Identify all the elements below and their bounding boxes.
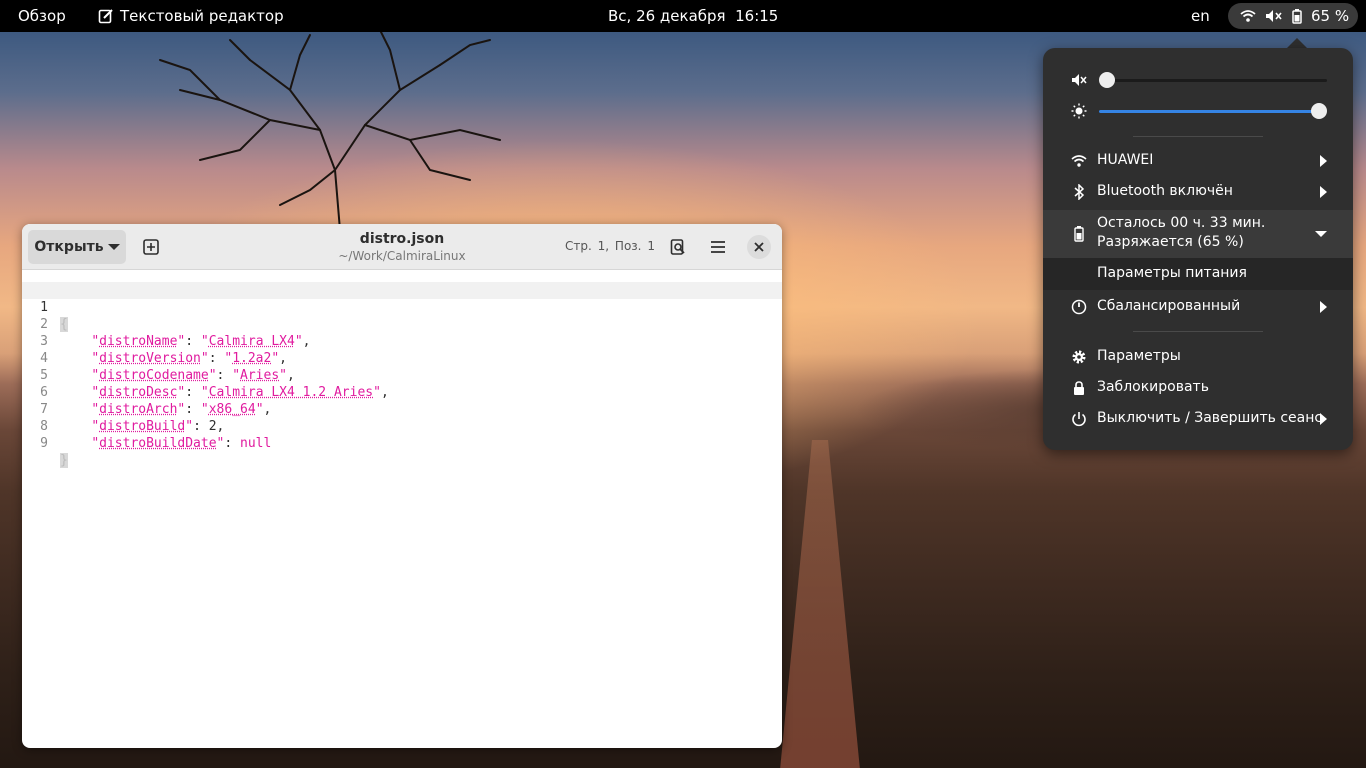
column-label: Поз. (614, 239, 642, 253)
power-settings-label: Параметры питания (1097, 265, 1247, 281)
document-preview-button[interactable] (662, 232, 694, 262)
system-status-area[interactable]: 65 % (1228, 3, 1358, 29)
close-window-button[interactable] (747, 235, 771, 259)
code-line: 7 "distroBuild": 2, (22, 384, 782, 434)
activities-label: Обзор (18, 7, 66, 25)
top-bar: Обзор Текстовый редактор Вс, 26 декабря … (0, 0, 1366, 32)
clock-button[interactable]: Вс, 26 декабря 16:15 (608, 0, 778, 32)
menu-pointer-arrow (1287, 38, 1307, 48)
chevron-right-icon (1320, 413, 1327, 425)
code-line: 6 "distroArch": "x86_64", (22, 367, 782, 417)
bluetooth-label: Bluetooth включён (1097, 183, 1233, 199)
settings-label: Параметры (1097, 348, 1181, 364)
brightness-slider-fill (1099, 110, 1319, 113)
volume-slider-knob[interactable] (1099, 72, 1115, 88)
code-line: 3 "distroVersion": "1.2a2", (22, 316, 782, 366)
open-button-label: Открыть (34, 239, 104, 255)
line-label: Стр. (565, 239, 592, 253)
battery-icon (1071, 226, 1087, 242)
code-line: 8 "distroBuildDate": null (22, 401, 782, 451)
power-off-menu-item[interactable]: Выключить / Завершить сеанс (1043, 404, 1353, 434)
menu-separator (1133, 331, 1263, 332)
chevron-down-icon (107, 244, 120, 250)
brightness-slider-knob[interactable] (1311, 103, 1327, 119)
line-number: 9 (40, 436, 48, 451)
activities-button[interactable]: Обзор (18, 0, 66, 32)
battery-remaining-label: Осталось 00 ч. 33 мин. (1097, 215, 1266, 231)
wifi-label: HUAWEI (1097, 152, 1154, 168)
keyboard-layout-indicator[interactable]: en (1191, 0, 1210, 32)
lock-icon (1071, 380, 1087, 396)
document-path: ~/Work/CalmiraLinux (338, 249, 466, 263)
volume-slider[interactable] (1099, 72, 1327, 88)
code-line: 5 "distroDesc": "Calmira LX4 1.2 Aries", (22, 350, 782, 400)
power-settings-menu-item[interactable]: Параметры питания (1043, 258, 1353, 290)
main-menu-button[interactable] (702, 232, 734, 262)
gear-icon (1071, 349, 1087, 365)
code-line: 4 "distroCodename": "Aries", (22, 333, 782, 383)
json-key: distroBuildDate (99, 436, 217, 451)
bluetooth-icon (1071, 184, 1087, 200)
code-line: 1 { (22, 282, 782, 332)
power-off-label: Выключить / Завершить сеанс (1097, 410, 1323, 426)
lock-menu-item[interactable]: Заблокировать (1043, 373, 1353, 403)
hamburger-menu-icon (711, 241, 725, 253)
close-icon (754, 242, 764, 252)
cursor-position-indicator[interactable]: Стр. 1, Поз. 1 (565, 239, 657, 253)
column-value: 1 (647, 239, 655, 253)
power-mode-gauge-icon (1071, 299, 1087, 315)
code-line: 2 "distroName": "Calmira LX4", (22, 299, 782, 349)
document-search-icon (670, 239, 685, 255)
wallpaper-tree (159, 30, 501, 230)
chevron-down-icon (1315, 231, 1327, 237)
battery-icon (1292, 8, 1302, 24)
line-value: 1, (597, 239, 610, 253)
brightness-slider[interactable] (1099, 103, 1327, 119)
editor-headerbar: Открыть distro.json ~/Work/CalmiraLinux … (22, 224, 782, 270)
wifi-menu-item[interactable]: HUAWEI (1043, 146, 1353, 176)
keyboard-layout-label: en (1191, 7, 1210, 25)
power-icon (1071, 411, 1087, 427)
battery-percent-label: 65 % (1311, 7, 1350, 25)
power-mode-menu-item[interactable]: Сбалансированный (1043, 292, 1353, 322)
document-title: distro.json (359, 231, 445, 247)
brightness-icon (1071, 103, 1087, 119)
power-mode-label: Сбалансированный (1097, 298, 1241, 314)
code-editor[interactable]: 1 { 2 "distroName": "Calmira LX4", 3 "di… (22, 282, 782, 742)
open-button[interactable]: Открыть (28, 230, 126, 264)
code-line: 9 } (22, 418, 782, 468)
text-editor-window: Открыть distro.json ~/Work/CalmiraLinux … (22, 224, 782, 748)
bluetooth-menu-item[interactable]: Bluetooth включён (1043, 177, 1353, 207)
battery-menu-item[interactable]: Осталось 00 ч. 33 мин. Разряжается (65 %… (1043, 210, 1353, 258)
settings-menu-item[interactable]: Параметры (1043, 342, 1353, 372)
wifi-icon (1240, 10, 1256, 22)
wallpaper-path (780, 440, 860, 768)
menu-separator (1133, 136, 1263, 137)
chevron-right-icon (1320, 155, 1327, 167)
wifi-icon (1071, 153, 1087, 169)
app-menu-button[interactable]: Текстовый редактор (98, 0, 284, 32)
app-name-label: Текстовый редактор (120, 7, 284, 25)
brace-close: } (60, 453, 68, 468)
lock-label: Заблокировать (1097, 379, 1209, 395)
chevron-right-icon (1320, 301, 1327, 313)
battery-status-label: Разряжается (65 %) (1097, 234, 1244, 250)
volume-muted-icon (1266, 10, 1282, 22)
new-document-icon (143, 239, 159, 255)
system-quick-settings-menu: HUAWEI Bluetooth включён Осталось 00 ч. … (1043, 48, 1353, 450)
chevron-right-icon (1320, 186, 1327, 198)
text-editor-icon (98, 9, 113, 24)
new-tab-button[interactable] (134, 230, 168, 264)
datetime-label: Вс, 26 декабря 16:15 (608, 7, 779, 25)
json-null: null (240, 436, 272, 451)
volume-muted-icon (1071, 72, 1087, 88)
